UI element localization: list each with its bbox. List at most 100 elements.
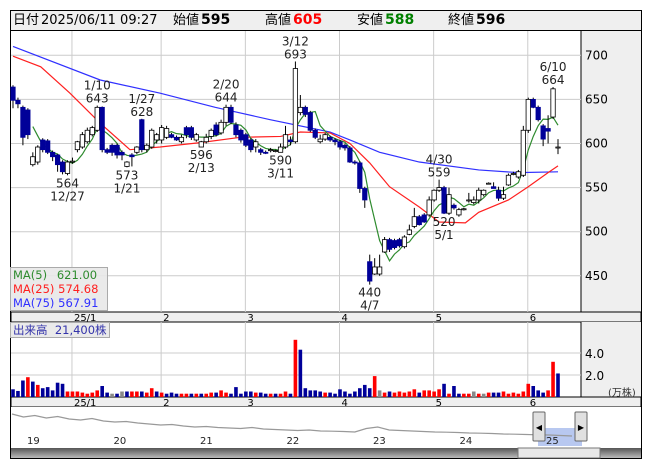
volume-bar xyxy=(303,388,308,397)
candle xyxy=(84,127,90,144)
candle-body xyxy=(149,129,155,148)
volume-bar xyxy=(125,391,129,397)
volume-bar xyxy=(249,391,253,397)
volume-bar xyxy=(422,390,427,397)
candle-body xyxy=(396,239,403,247)
candle-body xyxy=(74,141,81,151)
candle-body xyxy=(401,236,408,248)
volume-bar xyxy=(402,392,407,397)
volume-bar xyxy=(189,393,194,397)
candle-body xyxy=(312,129,318,138)
candle-body xyxy=(54,154,61,166)
volume-bar xyxy=(293,339,298,397)
month-tick-label: 5 xyxy=(436,313,442,324)
volume-bar xyxy=(308,390,313,397)
candle xyxy=(377,254,383,276)
volume-bar xyxy=(427,390,431,397)
candle-body xyxy=(198,141,204,148)
candle xyxy=(159,124,165,144)
volume-bar xyxy=(85,393,90,397)
volume-bar xyxy=(263,393,268,397)
candle-body xyxy=(59,161,66,173)
volume-bar xyxy=(541,392,545,397)
annotation-price: 644 xyxy=(215,91,238,105)
volume-bar xyxy=(397,391,402,397)
candle xyxy=(525,97,531,133)
candle xyxy=(163,125,170,140)
volume-bar xyxy=(169,392,174,397)
stock-chart[interactable]: 70065060055050045025/125/122334455664.02… xyxy=(0,0,653,470)
volume-bar xyxy=(323,392,327,397)
volume-bar xyxy=(367,388,372,397)
candle-body xyxy=(35,146,41,163)
volume-bar xyxy=(516,393,521,397)
price-tick-label: 650 xyxy=(585,92,608,106)
candle xyxy=(282,125,289,149)
candle-body xyxy=(347,147,353,163)
volume-bar xyxy=(31,381,35,397)
candle-body xyxy=(20,106,26,138)
volume-bar xyxy=(234,387,238,397)
volume-bar xyxy=(491,392,496,397)
price-tick-label: 450 xyxy=(585,269,608,283)
candle-body xyxy=(154,134,160,141)
candle xyxy=(292,61,299,144)
volume-bar xyxy=(224,392,228,397)
candle-body xyxy=(119,151,125,156)
candle-body xyxy=(406,229,412,235)
volume-bar xyxy=(377,390,382,397)
candle xyxy=(406,224,412,236)
candle-body xyxy=(109,144,115,153)
annotation-price: 664 xyxy=(542,73,565,87)
candle xyxy=(431,189,437,202)
volume-bar xyxy=(194,393,199,397)
candle xyxy=(297,94,303,116)
candle-body xyxy=(476,189,482,201)
candle xyxy=(188,125,194,140)
volume-bar xyxy=(120,391,124,397)
candle-body xyxy=(15,99,21,105)
volume-bar xyxy=(140,391,144,397)
candle-body xyxy=(302,106,308,115)
scrollbar-thumb[interactable] xyxy=(517,447,601,459)
volume-bar xyxy=(239,393,243,397)
candle xyxy=(421,213,427,223)
candle-body xyxy=(89,127,95,136)
volume-bar xyxy=(244,391,248,397)
volume-bar xyxy=(204,393,209,397)
candle xyxy=(35,145,41,165)
candle-body xyxy=(322,134,328,140)
candle xyxy=(50,150,56,162)
candle xyxy=(243,132,249,148)
candle-body xyxy=(124,161,130,167)
candle xyxy=(381,236,388,253)
volume-bar xyxy=(348,393,352,397)
volume-bar xyxy=(16,390,20,397)
candle-body xyxy=(372,266,378,275)
candle xyxy=(99,106,105,153)
candle xyxy=(456,207,462,217)
candle-body xyxy=(540,125,546,140)
candle-body xyxy=(466,199,472,202)
candle-body xyxy=(114,144,120,156)
candle xyxy=(208,128,214,140)
candle xyxy=(263,150,269,155)
candle-body xyxy=(555,146,561,149)
candle-body xyxy=(377,266,383,275)
candle-body xyxy=(159,127,165,141)
volume-bar xyxy=(531,386,536,397)
candle-body xyxy=(530,99,536,108)
candle xyxy=(486,182,492,185)
annotation-price: 643 xyxy=(86,92,109,106)
candle-body xyxy=(357,162,363,189)
candle xyxy=(505,173,512,186)
annotation-price: 693 xyxy=(284,47,307,61)
candle xyxy=(490,182,497,189)
candle xyxy=(540,124,546,147)
volume-bar xyxy=(115,393,119,397)
annotation-price: 628 xyxy=(130,105,153,119)
candle xyxy=(451,203,457,210)
volume-bar xyxy=(333,393,337,397)
volume-bar xyxy=(229,393,233,397)
volume-bar xyxy=(412,389,417,397)
